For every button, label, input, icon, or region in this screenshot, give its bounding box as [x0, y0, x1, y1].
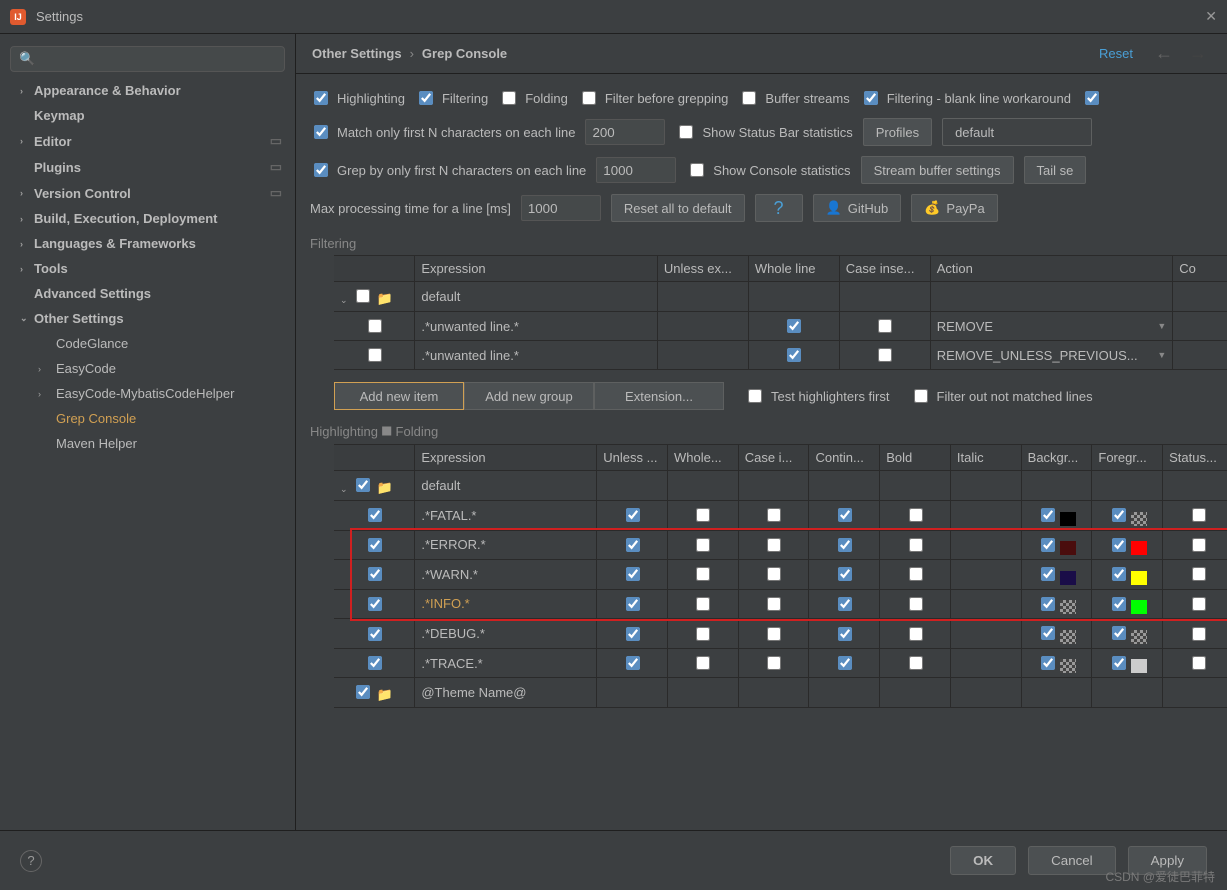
help-button[interactable]: ?	[755, 194, 803, 222]
tail-button[interactable]: Tail se	[1024, 156, 1087, 184]
buffer-streams-checkbox[interactable]: Buffer streams	[738, 88, 849, 108]
sidebar-child-item[interactable]: Maven Helper	[0, 431, 295, 456]
back-icon[interactable]: ←	[1155, 43, 1173, 64]
breadcrumb: Grep Console	[422, 46, 507, 61]
watermark: CSDN @爱徒巴菲特	[1105, 868, 1215, 885]
cancel-button[interactable]: Cancel	[1028, 846, 1116, 875]
sidebar-item[interactable]: ›Tools	[0, 256, 295, 281]
extension-button[interactable]: Extension...	[594, 382, 724, 410]
filter-before-checkbox[interactable]: Filter before grepping	[578, 88, 729, 108]
filter-out-checkbox[interactable]: Filter out not matched lines	[910, 386, 1093, 406]
forward-icon: →	[1189, 43, 1207, 64]
table-row[interactable]: .*ERROR.*	[334, 530, 1227, 560]
profiles-button[interactable]: Profiles	[863, 118, 932, 146]
paypal-button[interactable]: 💰PayPa	[911, 194, 998, 222]
sidebar-child-item[interactable]: ›EasyCode-MybatisCodeHelper	[0, 381, 295, 406]
match-n-input[interactable]	[585, 119, 665, 145]
settings-tree: ›Appearance & BehaviorKeymap›Editor▭Plug…	[0, 78, 295, 456]
sidebar-item[interactable]: ›Editor▭	[0, 128, 295, 154]
filtering-workaround-checkbox[interactable]: Filtering - blank line workaround	[860, 88, 1071, 108]
console-stats-checkbox[interactable]: Show Console statistics	[686, 160, 850, 180]
ok-button[interactable]: OK	[950, 846, 1016, 875]
status-bar-checkbox[interactable]: Show Status Bar statistics	[675, 122, 852, 142]
chevron-right-icon: ›	[410, 46, 414, 61]
sidebar-item[interactable]: Plugins▭	[0, 154, 295, 180]
folding-checkbox[interactable]: Folding	[498, 88, 568, 108]
table-row[interactable]: .*DEBUG.*	[334, 619, 1227, 649]
filtering-section-label: Filtering	[310, 236, 1227, 251]
add-item-button[interactable]: Add new item	[334, 382, 464, 410]
titlebar: IJ Settings ✕	[0, 0, 1227, 34]
help-icon[interactable]: ?	[20, 850, 42, 872]
profile-value[interactable]: default	[942, 118, 1092, 146]
sidebar-item[interactable]: ›Version Control▭	[0, 180, 295, 206]
table-row[interactable]: .*FATAL.*	[334, 501, 1227, 531]
github-icon: 👤	[826, 200, 842, 216]
search-icon: 🔍	[19, 51, 35, 67]
sidebar-child-item[interactable]: ›EasyCode	[0, 356, 295, 381]
table-row[interactable]: 📁@Theme Name@	[334, 678, 1227, 708]
highlighting-table[interactable]: ExpressionUnless ...Whole...Case i...Con…	[334, 444, 1227, 708]
test-first-checkbox[interactable]: Test highlighters first	[744, 386, 890, 406]
content-scroll[interactable]: Highlighting Filtering Folding Filter be…	[296, 74, 1227, 830]
window-title: Settings	[36, 9, 1195, 24]
sidebar-item[interactable]: ›Build, Execution, Deployment	[0, 206, 295, 231]
sidebar-item[interactable]: Keymap	[0, 103, 295, 128]
grep-first-n-checkbox[interactable]: Grep by only first N characters on each …	[310, 160, 586, 180]
extra-checkbox[interactable]	[1085, 91, 1099, 105]
grep-n-input[interactable]	[596, 157, 676, 183]
github-button[interactable]: 👤GitHub	[813, 194, 902, 222]
breadcrumb-bar: Other Settings › Grep Console Reset ← →	[296, 34, 1227, 74]
sidebar-child-item[interactable]: Grep Console	[0, 406, 295, 431]
max-time-input[interactable]	[521, 195, 601, 221]
breadcrumb[interactable]: Other Settings	[312, 46, 402, 61]
sidebar-item[interactable]: Advanced Settings	[0, 281, 295, 306]
search-input[interactable]: 🔍	[10, 46, 285, 72]
paypal-icon: 💰	[924, 200, 940, 216]
sidebar-item[interactable]: ⌄Other Settings	[0, 306, 295, 331]
content-panel: Other Settings › Grep Console Reset ← → …	[296, 34, 1227, 830]
table-row[interactable]: .*INFO.*	[334, 589, 1227, 619]
table-row[interactable]: ⌄📁default	[334, 471, 1227, 501]
max-time-label: Max processing time for a line [ms]	[310, 201, 511, 216]
sidebar: 🔍 ›Appearance & BehaviorKeymap›Editor▭Pl…	[0, 34, 296, 830]
filtering-table[interactable]: ExpressionUnless ex...Whole lineCase ins…	[334, 255, 1227, 370]
sidebar-child-item[interactable]: CodeGlance	[0, 331, 295, 356]
sidebar-item[interactable]: ›Languages & Frameworks	[0, 231, 295, 256]
reset-link[interactable]: Reset	[1099, 46, 1133, 61]
dialog-button-bar: ? OK Cancel Apply	[0, 830, 1227, 890]
app-icon: IJ	[10, 9, 26, 25]
stream-buffer-button[interactable]: Stream buffer settings	[861, 156, 1014, 184]
sidebar-item[interactable]: ›Appearance & Behavior	[0, 78, 295, 103]
filtering-checkbox[interactable]: Filtering	[415, 88, 488, 108]
add-group-button[interactable]: Add new group	[464, 382, 594, 410]
match-first-n-checkbox[interactable]: Match only first N characters on each li…	[310, 122, 575, 142]
table-row[interactable]: .*WARN.*	[334, 560, 1227, 590]
table-row[interactable]: .*TRACE.*	[334, 648, 1227, 678]
reset-all-button[interactable]: Reset all to default	[611, 194, 745, 222]
close-icon[interactable]: ✕	[1205, 8, 1217, 25]
highlighting-checkbox[interactable]: Highlighting	[310, 88, 405, 108]
highlighting-section-label: Highlighting ⯀ Folding	[310, 424, 1227, 440]
